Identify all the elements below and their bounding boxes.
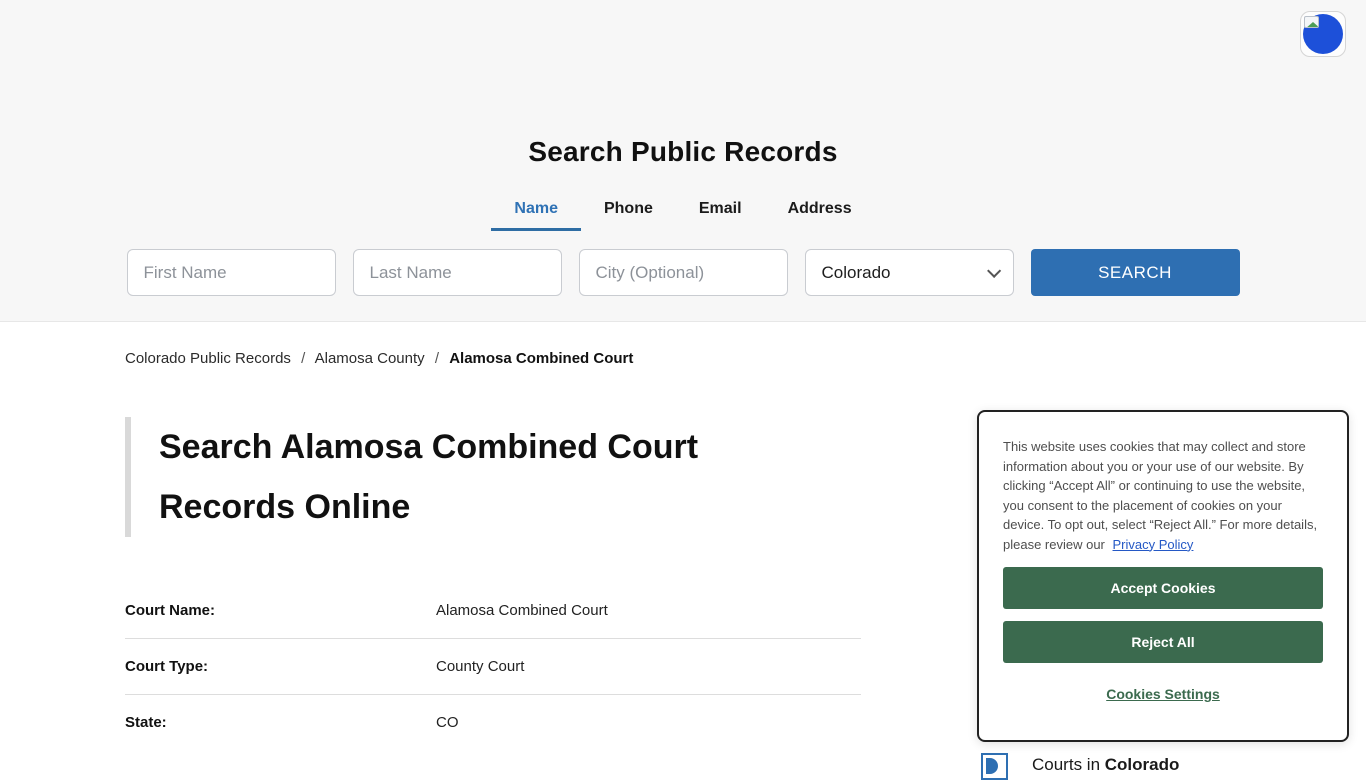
table-row: State: CO: [125, 695, 861, 750]
cookie-consent-dialog: This website uses cookies that may colle…: [977, 410, 1349, 742]
first-name-input[interactable]: [126, 249, 336, 296]
detail-value: County Court: [436, 658, 525, 675]
accept-cookies-button[interactable]: Accept Cookies: [1003, 567, 1323, 609]
broken-image-icon: [1304, 16, 1319, 28]
breadcrumb-current: Alamosa Combined Court: [449, 350, 634, 367]
tab-email[interactable]: Email: [676, 194, 765, 231]
tab-address[interactable]: Address: [765, 194, 875, 231]
detail-value: CO: [436, 714, 459, 731]
tab-name[interactable]: Name: [491, 194, 581, 231]
chevron-down-icon: [986, 263, 1001, 278]
detail-value: Alamosa Combined Court: [436, 602, 608, 619]
cookie-message-text: This website uses cookies that may colle…: [1003, 439, 1318, 552]
table-row: Court Type: County Court: [125, 639, 861, 695]
last-name-input[interactable]: [352, 249, 562, 296]
courts-in-state-link[interactable]: Courts in Colorado: [1032, 753, 1179, 775]
tab-phone[interactable]: Phone: [581, 194, 676, 231]
city-input[interactable]: [578, 249, 788, 296]
courthouse-thumbnail-icon: [981, 753, 1008, 780]
search-form: Colorado SEARCH: [0, 249, 1366, 296]
breadcrumb-link-colorado-public-records[interactable]: Colorado Public Records: [125, 350, 291, 367]
breadcrumb-link-alamosa-county[interactable]: Alamosa County: [315, 350, 425, 367]
search-button[interactable]: SEARCH: [1030, 249, 1240, 296]
page-heading: Search Alamosa Combined Court Records On…: [125, 417, 805, 537]
detail-label: State:: [125, 714, 167, 731]
accessibility-widget-button[interactable]: [1300, 11, 1346, 57]
detail-label: Court Name:: [125, 602, 216, 619]
breadcrumb-separator: /: [434, 350, 440, 367]
breadcrumb: Colorado Public Records / Alamosa County…: [125, 350, 1366, 367]
table-row: Court Name: Alamosa Combined Court: [125, 583, 861, 639]
state-select[interactable]: Colorado: [804, 249, 1014, 296]
detail-label: Court Type:: [125, 658, 209, 675]
search-tabs: Name Phone Email Address: [0, 194, 1366, 231]
privacy-policy-link[interactable]: Privacy Policy: [1113, 537, 1194, 552]
court-details: Court Name: Alamosa Combined Court Court…: [125, 583, 861, 750]
reject-all-button[interactable]: Reject All: [1003, 621, 1323, 663]
related-courts-row: Courts in Colorado: [981, 753, 1179, 780]
breadcrumb-separator: /: [301, 350, 306, 367]
page-title: Search Public Records: [528, 136, 838, 167]
cookies-settings-link[interactable]: Cookies Settings: [1003, 686, 1323, 702]
cookie-message: This website uses cookies that may colle…: [1003, 437, 1323, 554]
courts-in-state: Colorado: [1104, 755, 1180, 774]
search-panel: Search Public Records Name Phone Email A…: [0, 0, 1366, 322]
state-select-value: Colorado: [821, 262, 891, 282]
courts-in-prefix: Courts in: [1032, 755, 1105, 774]
